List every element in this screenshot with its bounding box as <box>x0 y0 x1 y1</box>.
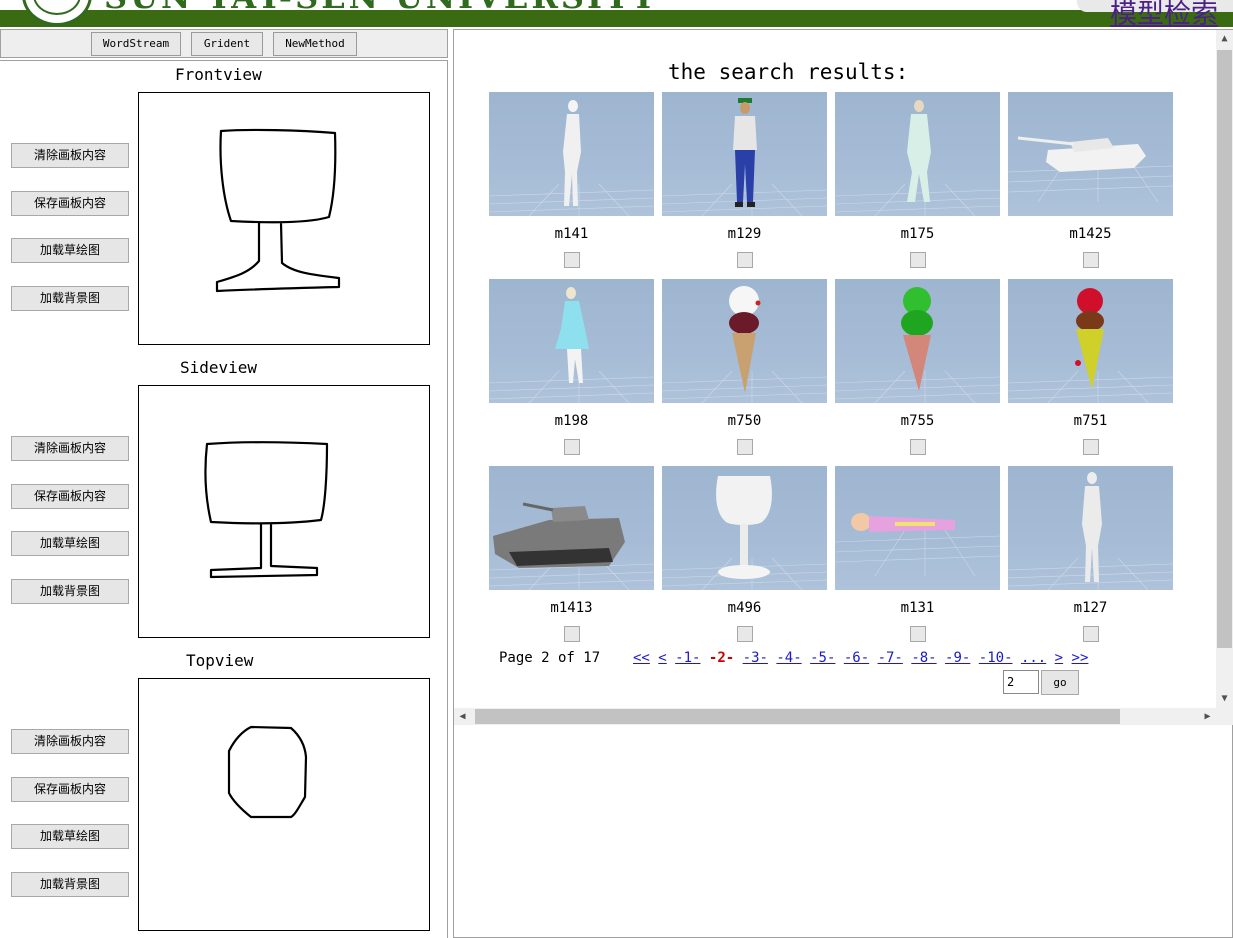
sideview-title: Sideview <box>180 358 258 377</box>
page-link-10[interactable]: -10- <box>979 650 1013 666</box>
go-button[interactable]: go <box>1041 670 1079 695</box>
model-search-link[interactable]: 模型检索 <box>1110 0 1218 27</box>
university-title: SUN YAT-SEN UNIVERSITY <box>104 0 658 16</box>
topview-sketch <box>227 725 308 819</box>
frontview-load-sketch-button[interactable]: 加载草绘图 <box>11 238 129 263</box>
tank-model-icon[interactable] <box>1008 92 1173 216</box>
model-checkbox[interactable] <box>564 439 580 455</box>
model-label: m1425 <box>1069 226 1112 242</box>
ice-cream-red-model-icon[interactable] <box>1008 279 1173 403</box>
vertical-scroll-thumb[interactable] <box>1217 50 1232 648</box>
frontview-load-background-button[interactable]: 加载背景图 <box>11 286 129 311</box>
goblet-model-icon[interactable] <box>662 466 827 590</box>
page-links: << < -1- -2- -3- -4- -5- -6- -7- -8- -9-… <box>633 650 1088 666</box>
frontview-canvas[interactable] <box>138 92 430 345</box>
results-panel: the search results: m141 m129 m175 m1425… <box>453 29 1233 938</box>
current-page: -2- <box>708 650 735 666</box>
frontview-clear-button[interactable]: 清除画板内容 <box>11 143 129 168</box>
woman-in-dress-model-icon[interactable] <box>489 279 654 403</box>
sketch-panel: Frontview 清除画板内容 保存画板内容 加载草绘图 加载背景图 Side… <box>0 60 448 938</box>
newmethod-button[interactable]: NewMethod <box>273 32 357 56</box>
sideview-canvas[interactable] <box>138 385 430 638</box>
lying-figure-model-icon[interactable] <box>835 466 1000 590</box>
page-link-6[interactable]: -6- <box>844 650 869 666</box>
scroll-down-icon[interactable]: ▼ <box>1216 690 1233 707</box>
frontview-save-button[interactable]: 保存画板内容 <box>11 191 129 216</box>
page-link-4[interactable]: -4- <box>776 650 801 666</box>
model-checkbox[interactable] <box>737 439 753 455</box>
model-checkbox[interactable] <box>1083 439 1099 455</box>
topview-save-button[interactable]: 保存画板内容 <box>11 777 129 802</box>
more-pages-link[interactable]: ... <box>1021 650 1046 666</box>
sideview-load-sketch-button[interactable]: 加载草绘图 <box>11 531 129 556</box>
horizontal-scrollbar[interactable]: ◀ ▶ <box>454 708 1216 725</box>
model-label: m750 <box>727 413 762 429</box>
horizontal-scroll-thumb[interactable] <box>475 709 1120 724</box>
first-page-link[interactable]: << <box>633 650 650 666</box>
sideview-sketch <box>204 441 329 579</box>
page-link-3[interactable]: -3- <box>743 650 768 666</box>
model-checkbox[interactable] <box>564 626 580 642</box>
humanoid-model-icon[interactable] <box>489 92 654 216</box>
logo-ring <box>33 0 81 15</box>
page-number-input[interactable]: 2 <box>1003 670 1039 694</box>
scroll-left-icon[interactable]: ◀ <box>454 708 471 725</box>
model-label: m496 <box>727 600 762 616</box>
model-checkbox[interactable] <box>737 626 753 642</box>
next-page-link[interactable]: > <box>1055 650 1063 666</box>
sideview-save-button[interactable]: 保存画板内容 <box>11 484 129 509</box>
frontview-title: Frontview <box>175 65 262 84</box>
frontview-sketch <box>215 128 341 293</box>
ice-cream-green-model-icon[interactable] <box>835 279 1000 403</box>
sideview-load-background-button[interactable]: 加载背景图 <box>11 579 129 604</box>
humanoid-model-icon[interactable] <box>1008 466 1173 590</box>
grident-button[interactable]: Grident <box>191 32 263 56</box>
vertical-scrollbar[interactable]: ▲ ▼ <box>1216 30 1233 708</box>
model-checkbox[interactable] <box>910 252 926 268</box>
model-checkbox[interactable] <box>1083 252 1099 268</box>
model-label: m175 <box>900 226 935 242</box>
results-title: the search results: <box>668 60 909 84</box>
scroll-right-icon[interactable]: ▶ <box>1199 708 1216 725</box>
model-label: m131 <box>900 600 935 616</box>
wordstream-button[interactable]: WordStream <box>91 32 181 56</box>
model-checkbox[interactable] <box>910 439 926 455</box>
humanoid-model-icon[interactable] <box>835 92 1000 216</box>
page-link-7[interactable]: -7- <box>878 650 903 666</box>
model-label: m129 <box>727 226 762 242</box>
topview-load-background-button[interactable]: 加载背景图 <box>11 872 129 897</box>
man-with-cap-model-icon[interactable] <box>662 92 827 216</box>
sideview-clear-button[interactable]: 清除画板内容 <box>11 436 129 461</box>
armored-vehicle-model-icon[interactable] <box>489 466 654 590</box>
model-label: m755 <box>900 413 935 429</box>
results-viewport: the search results: m141 m129 m175 m1425… <box>454 30 1216 708</box>
topview-canvas[interactable] <box>138 678 430 931</box>
page-link-9[interactable]: -9- <box>945 650 970 666</box>
prev-page-link[interactable]: < <box>658 650 666 666</box>
method-toolbar: WordStream Grident NewMethod <box>0 29 448 58</box>
model-checkbox[interactable] <box>1083 626 1099 642</box>
scrollbar-corner <box>1216 708 1233 725</box>
model-label: m751 <box>1073 413 1108 429</box>
model-label: m198 <box>554 413 589 429</box>
model-label: m127 <box>1073 600 1108 616</box>
topview-title: Topview <box>186 651 254 670</box>
model-checkbox[interactable] <box>564 252 580 268</box>
topview-clear-button[interactable]: 清除画板内容 <box>11 729 129 754</box>
page-link-1[interactable]: -1- <box>675 650 700 666</box>
model-checkbox[interactable] <box>910 626 926 642</box>
ice-cream-model-icon[interactable] <box>662 279 827 403</box>
topview-load-sketch-button[interactable]: 加载草绘图 <box>11 824 129 849</box>
page-info: Page 2 of 17 <box>499 650 601 666</box>
scroll-up-icon[interactable]: ▲ <box>1216 30 1233 47</box>
last-page-link[interactable]: >> <box>1072 650 1089 666</box>
model-checkbox[interactable] <box>737 252 753 268</box>
site-header: SUN YAT-SEN UNIVERSITY 模型检索 <box>0 0 1233 27</box>
model-label: m1413 <box>550 600 593 616</box>
pagination: Page 2 of 17 << < -1- -2- -3- -4- -5- -6… <box>499 650 1199 670</box>
model-label: m141 <box>554 226 589 242</box>
page-link-8[interactable]: -8- <box>911 650 936 666</box>
page-link-5[interactable]: -5- <box>810 650 835 666</box>
